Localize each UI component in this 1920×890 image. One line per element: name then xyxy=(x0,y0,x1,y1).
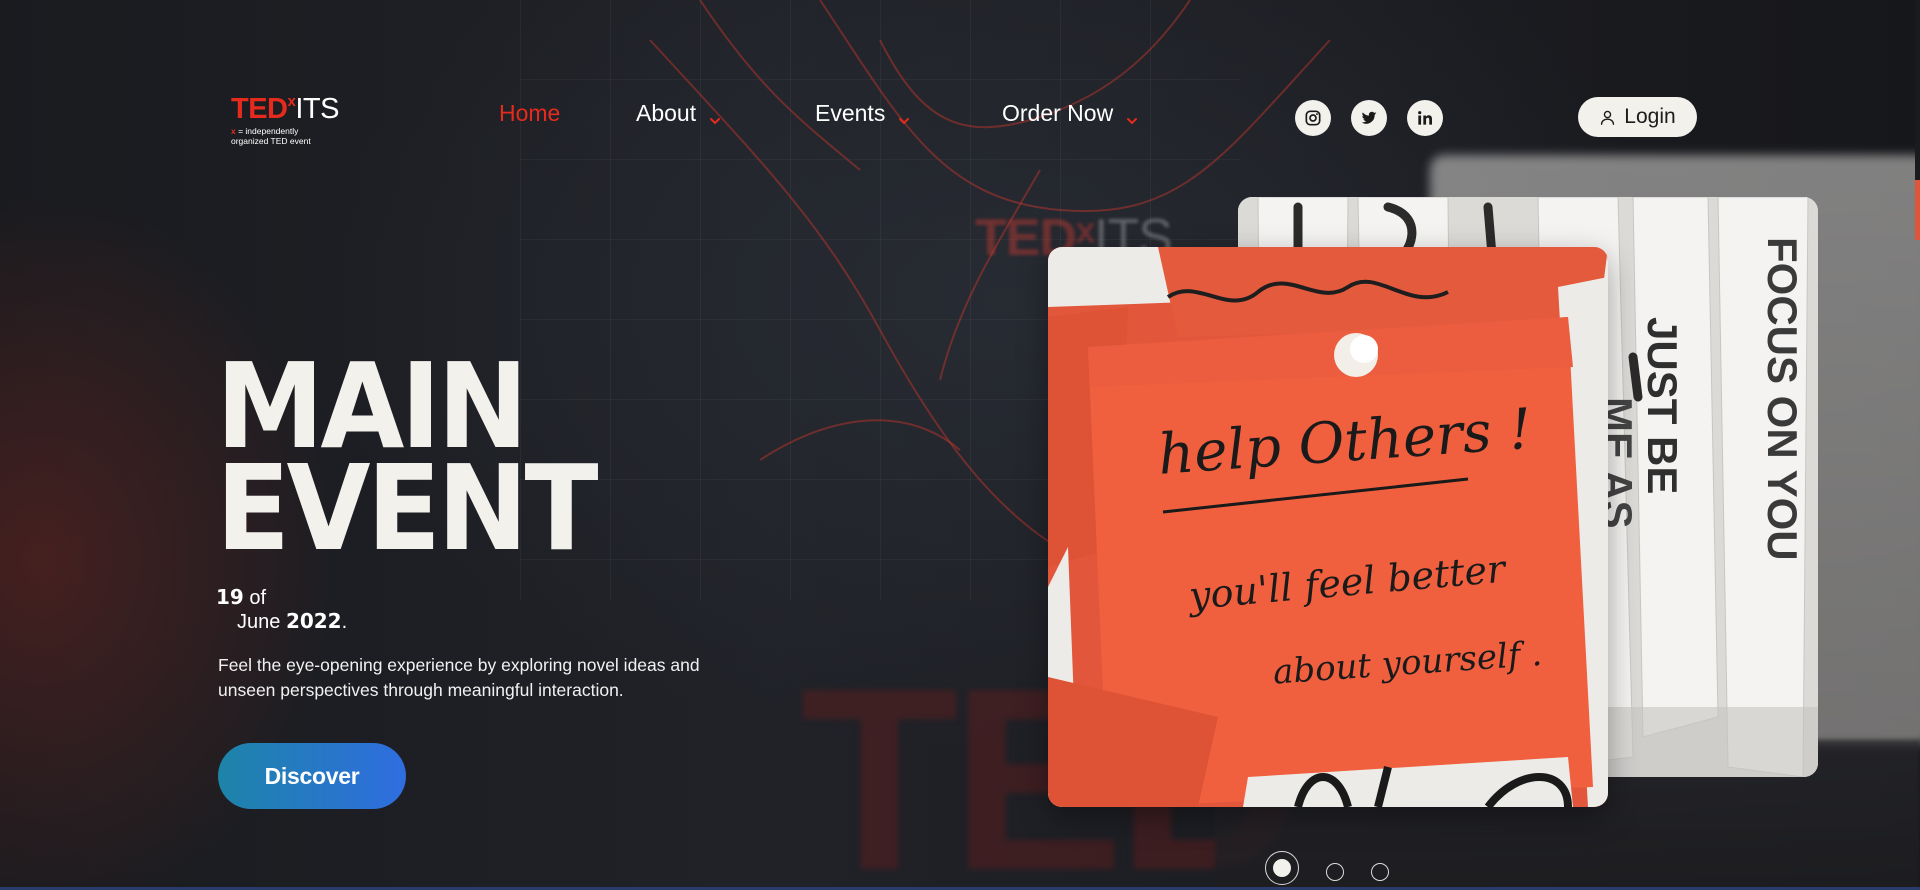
logo-tagline-line1: = independently xyxy=(235,126,299,136)
login-button[interactable]: Login xyxy=(1578,97,1697,137)
hero-title: MAIN EVENT xyxy=(216,347,599,567)
event-date: 19 of June 2022. xyxy=(216,586,347,634)
nav-label: Home xyxy=(499,100,561,126)
slider-dot-2[interactable] xyxy=(1326,863,1344,881)
discover-button[interactable]: Discover xyxy=(218,743,406,809)
date-year: 2022 xyxy=(285,609,342,633)
logo-its: ITS xyxy=(295,93,339,125)
nav-label: Order Now xyxy=(1002,100,1114,126)
slider-dot-3[interactable] xyxy=(1371,863,1389,881)
hero-description: Feel the eye-opening experience by explo… xyxy=(218,655,700,700)
linkedin-link[interactable] xyxy=(1407,100,1443,136)
nav-label: Events xyxy=(815,100,886,126)
twitter-link[interactable] xyxy=(1351,100,1387,136)
social-links xyxy=(1295,100,1443,136)
chevron-down-icon xyxy=(1125,107,1139,124)
login-label: Login xyxy=(1624,105,1676,128)
background-right-edge xyxy=(1915,0,1920,240)
user-icon xyxy=(1601,110,1615,125)
nav-item-order-now[interactable]: Order Now xyxy=(1002,100,1139,127)
banner-text-just-be: JUST BE xyxy=(1639,317,1686,494)
slider-dot-1[interactable] xyxy=(1265,851,1299,885)
hero-title-line2: EVENT xyxy=(216,439,599,577)
banner-text-focus-on-you: FOCUS ON YOU xyxy=(1759,237,1806,561)
date-period: . xyxy=(341,611,348,633)
nav-item-home[interactable]: Home xyxy=(499,100,560,127)
logo-wordmark: TEDxITS xyxy=(231,94,339,124)
date-day: 19 xyxy=(216,585,244,609)
nav-item-about[interactable]: About xyxy=(636,100,722,127)
chevron-down-icon xyxy=(708,107,722,124)
linkedin-icon xyxy=(1418,111,1432,125)
instagram-link[interactable] xyxy=(1295,100,1331,136)
site-logo[interactable]: TEDxITS x = independently organized TED … xyxy=(231,94,339,146)
chevron-down-icon xyxy=(897,107,911,124)
nav-label: About xyxy=(636,100,697,126)
twitter-icon xyxy=(1361,111,1377,124)
logo-ted: TED xyxy=(231,93,288,125)
slider-pagination xyxy=(1265,851,1389,885)
sticky-note-illustration: help Others ! you'll feel better about y… xyxy=(1048,247,1608,807)
date-of: of xyxy=(243,587,267,609)
logo-tagline: x = independently organized TED event xyxy=(231,126,339,146)
date-month: June xyxy=(237,611,286,633)
logo-tagline-line2: organized TED event xyxy=(231,136,311,146)
nav-item-events[interactable]: Events xyxy=(815,100,911,127)
instagram-icon xyxy=(1305,110,1321,126)
slide-image-sticky-note[interactable]: help Others ! you'll feel better about y… xyxy=(1048,247,1608,807)
